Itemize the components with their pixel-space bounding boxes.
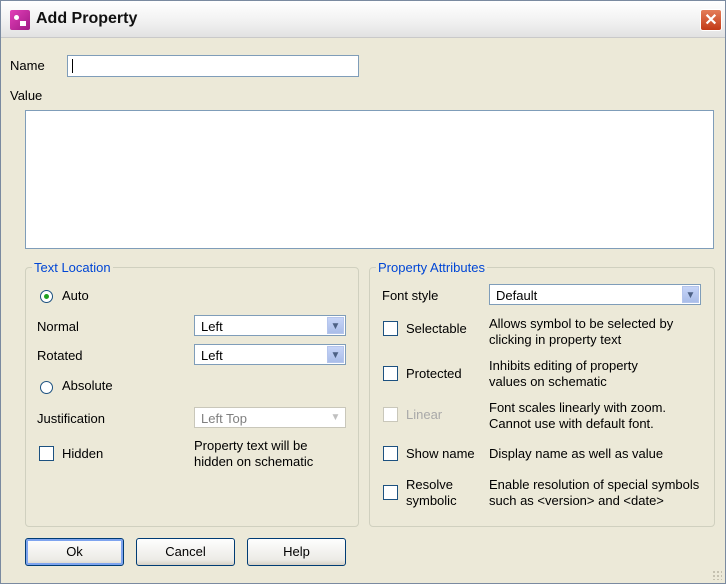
resize-grip-icon[interactable]	[712, 570, 722, 580]
name-label: Name	[10, 58, 45, 73]
protected-description: Inhibits editing of property values on s…	[489, 358, 638, 389]
absolute-radio[interactable]	[40, 381, 53, 394]
value-label: Value	[10, 88, 43, 103]
normal-value: Left	[201, 319, 223, 334]
hidden-checkbox[interactable]	[39, 446, 54, 461]
chevron-down-icon[interactable]: ▼	[327, 317, 344, 334]
chevron-down-icon[interactable]: ▼	[327, 346, 344, 363]
property-attributes-legend: Property Attributes	[378, 260, 485, 275]
linear-label: Linear	[406, 407, 443, 422]
normal-label: Normal	[37, 319, 79, 334]
text-caret	[72, 59, 73, 73]
app-icon	[10, 10, 30, 30]
chevron-down-icon[interactable]: ▼	[327, 409, 344, 426]
value-textarea[interactable]	[25, 110, 714, 249]
resolve-symbolic-description: Enable resolution of special symbols suc…	[489, 477, 700, 508]
font-style-label: Font style	[382, 288, 439, 303]
hidden-label: Hidden	[62, 446, 104, 461]
resolve-symbolic-label: Resolve symbolic	[406, 477, 457, 508]
font-style-select[interactable]: Default ▼	[489, 284, 701, 305]
auto-radio[interactable]	[40, 290, 53, 303]
rotated-value: Left	[201, 348, 223, 363]
hidden-description: Property text will be hidden on schemati…	[194, 438, 314, 469]
window-title: Add Property	[36, 10, 138, 27]
font-style-value: Default	[496, 288, 538, 303]
chevron-down-icon[interactable]: ▼	[682, 286, 699, 303]
selectable-description: Allows symbol to be selected by clicking…	[489, 316, 674, 347]
absolute-label: Absolute	[62, 378, 113, 393]
text-location-legend: Text Location	[34, 260, 111, 275]
help-button[interactable]: Help	[247, 538, 346, 566]
ok-button[interactable]: Ok	[25, 538, 124, 566]
justification-value: Left Top	[201, 411, 248, 426]
show-name-label: Show name	[406, 446, 475, 461]
show-name-checkbox[interactable]	[383, 446, 398, 461]
linear-checkbox[interactable]	[383, 407, 398, 422]
selectable-label: Selectable	[406, 321, 467, 336]
linear-description: Font scales linearly with zoom. Cannot u…	[489, 400, 667, 431]
add-property-dialog: Add Property ✕ Name Value Text Location …	[0, 0, 726, 584]
normal-select[interactable]: Left ▼	[194, 315, 346, 336]
selectable-checkbox[interactable]	[383, 321, 398, 336]
rotated-select[interactable]: Left ▼	[194, 344, 346, 365]
resolve-symbolic-checkbox[interactable]	[383, 485, 398, 500]
rotated-label: Rotated	[37, 348, 83, 363]
cancel-button[interactable]: Cancel	[136, 538, 235, 566]
auto-label: Auto	[62, 288, 89, 303]
protected-checkbox[interactable]	[383, 366, 398, 381]
name-input[interactable]	[67, 55, 359, 77]
justification-label: Justification	[37, 411, 105, 426]
close-button[interactable]: ✕	[700, 9, 722, 31]
justification-select[interactable]: Left Top ▼	[194, 407, 346, 428]
protected-label: Protected	[406, 366, 462, 381]
show-name-description: Display name as well as value	[489, 446, 664, 461]
title-bar[interactable]: Add Property ✕	[1, 1, 725, 38]
